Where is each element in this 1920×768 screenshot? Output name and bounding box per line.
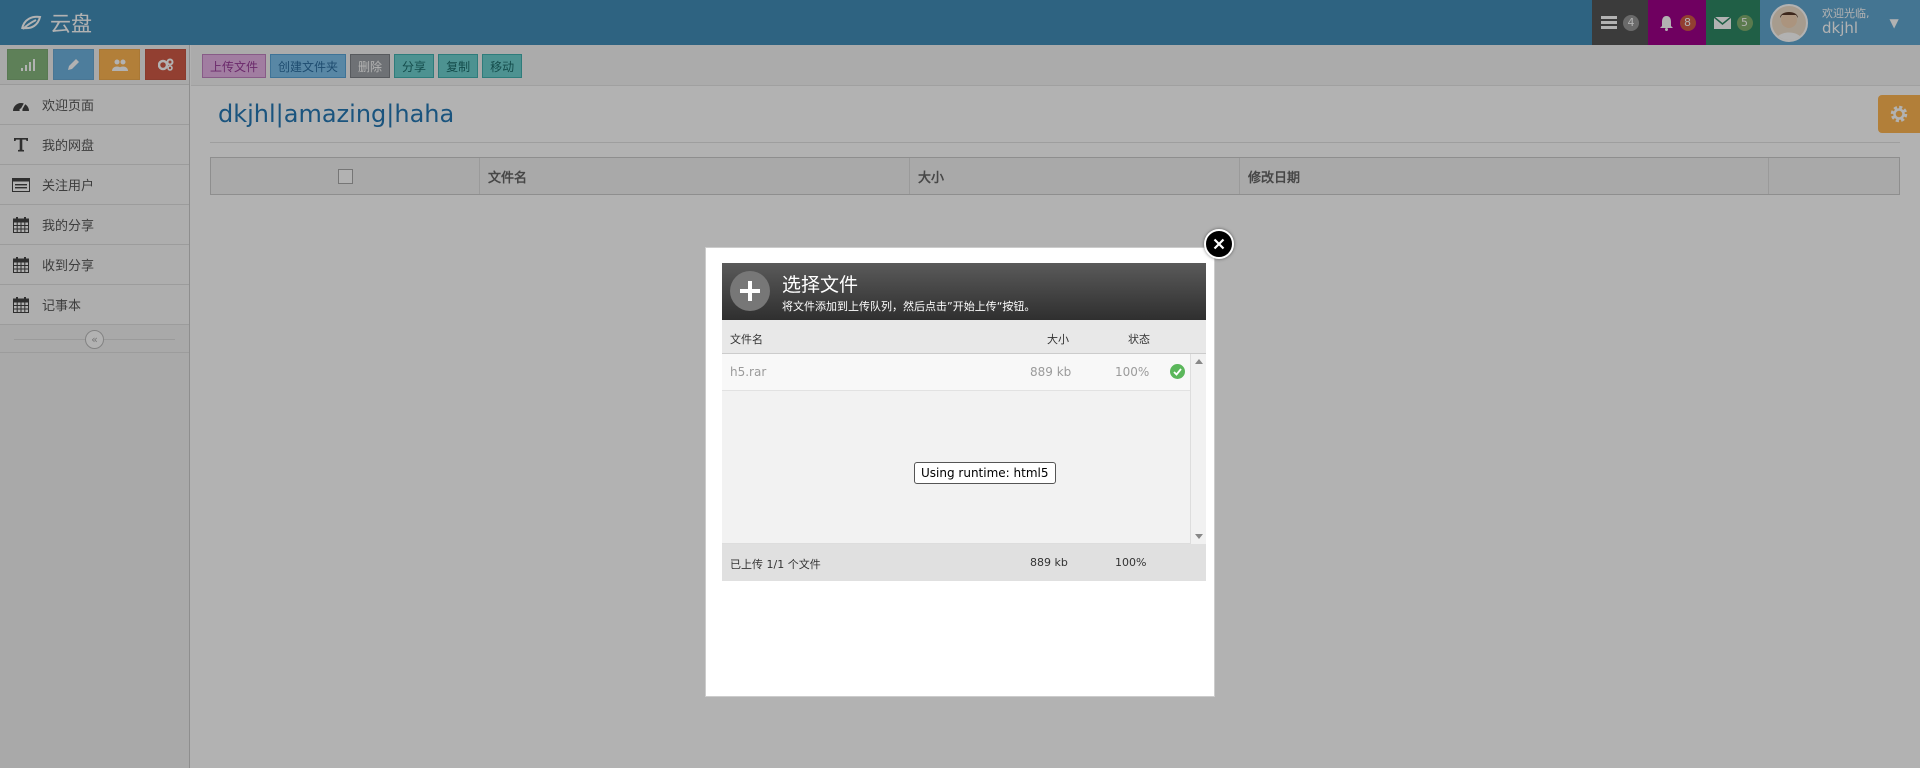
check-icon	[1170, 364, 1185, 379]
uploader-column-size: 大小	[1047, 333, 1069, 346]
list-item: h5.rar 889 kb 100%	[722, 354, 1190, 391]
close-dialog-button[interactable]	[1204, 229, 1234, 259]
runtime-tooltip: Using runtime: html5	[914, 462, 1056, 484]
upload-total-percent: 100%	[1115, 556, 1147, 569]
scroll-up-icon[interactable]	[1195, 359, 1203, 364]
uploader-title: 选择文件	[782, 274, 859, 296]
uploader-columns: 文件名 大小 状态	[722, 320, 1206, 354]
file-name: h5.rar	[730, 365, 767, 379]
uploader-column-name: 文件名	[730, 333, 763, 346]
uploader-file-list: h5.rar 889 kb 100% Using runtime: html5	[722, 354, 1206, 544]
close-icon	[1213, 238, 1225, 250]
uploader-subtitle: 将文件添加到上传队列，然后点击”开始上传“按钮。	[782, 300, 1036, 313]
file-list-scrollbar[interactable]	[1190, 354, 1206, 544]
upload-dialog: 选择文件 将文件添加到上传队列，然后点击”开始上传“按钮。 文件名 大小 状态 …	[705, 247, 1215, 697]
upload-total-size: 889 kb	[1030, 556, 1068, 569]
upload-summary: 已上传 1/1 个文件	[730, 558, 821, 571]
add-files-icon[interactable]	[730, 271, 770, 311]
scroll-down-icon[interactable]	[1195, 534, 1203, 539]
file-percent: 100%	[1115, 365, 1150, 379]
file-size: 889 kb	[1030, 365, 1072, 379]
uploader-column-status: 状态	[1128, 333, 1150, 346]
uploader-header: 选择文件 将文件添加到上传队列，然后点击”开始上传“按钮。	[722, 263, 1206, 320]
uploader-footer: 已上传 1/1 个文件 889 kb 100%	[722, 544, 1206, 581]
